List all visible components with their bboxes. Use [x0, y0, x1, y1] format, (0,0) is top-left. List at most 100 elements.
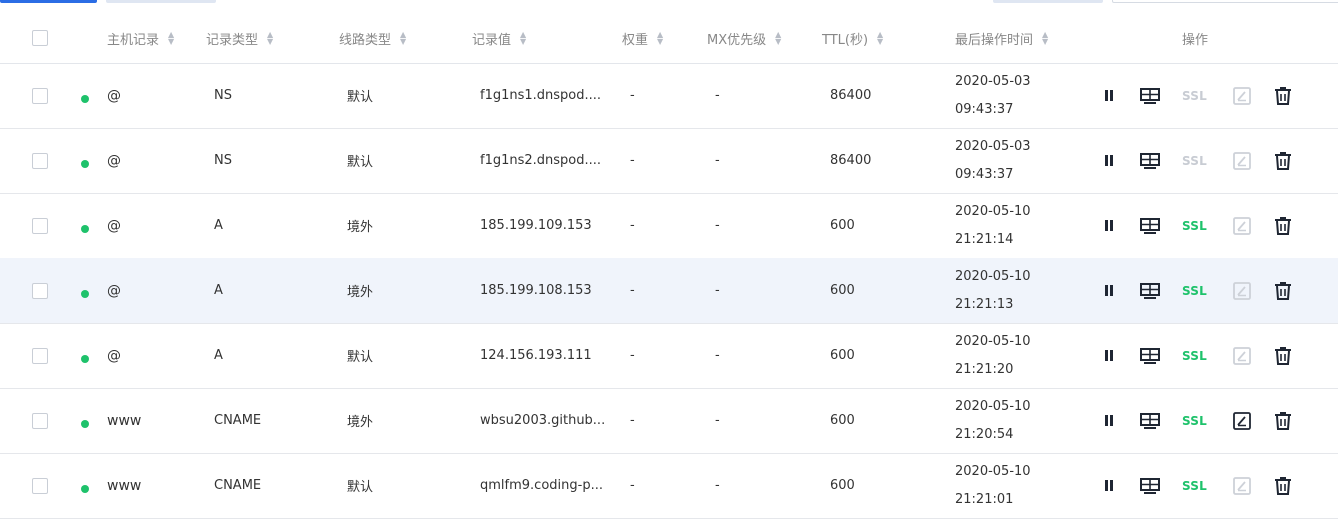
- value-cell[interactable]: f1g1ns2.dnspod....: [480, 128, 601, 193]
- ttl-cell: 600: [830, 413, 855, 428]
- table-row[interactable]: www CNAME 默认 qmlfm9.coding-p... - - 600 2020-05…: [0, 453, 1338, 519]
- monitor-icon[interactable]: [1139, 475, 1161, 497]
- column-header-line[interactable]: 线路类型 ▲ ▼: [339, 13, 406, 63]
- status-dot-icon: [81, 354, 89, 363]
- host-cell: www: [107, 477, 142, 494]
- pause-icon[interactable]: [1098, 150, 1120, 172]
- weight-cell: -: [630, 348, 635, 363]
- search-input[interactable]: [1112, 0, 1338, 3]
- last-op-cell: 2020-05-03 09:43:37: [955, 128, 1031, 193]
- delete-icon[interactable]: [1272, 150, 1294, 172]
- row-checkbox[interactable]: [32, 87, 48, 104]
- edit-icon[interactable]: [1231, 410, 1253, 432]
- pause-icon[interactable]: [1098, 280, 1120, 302]
- delete-icon[interactable]: [1272, 85, 1294, 107]
- column-header-mx[interactable]: MX优先级 ▲ ▼: [707, 13, 781, 63]
- row-checkbox[interactable]: [32, 347, 48, 364]
- column-header-last-op[interactable]: 最后操作时间 ▲ ▼: [955, 13, 1048, 63]
- pause-icon[interactable]: [1098, 85, 1120, 107]
- edit-icon: [1231, 345, 1253, 367]
- last-op-time: 09:43:37: [955, 101, 1014, 117]
- sort-icon[interactable]: ▲ ▼: [267, 31, 273, 46]
- toolbar-button[interactable]: [106, 0, 216, 3]
- table-row[interactable]: @ A 默认 124.156.193.111 - - 600 2020-05-10 21:21:…: [0, 323, 1338, 389]
- weight-cell: -: [630, 478, 635, 493]
- column-header-type[interactable]: 记录类型 ▲ ▼: [206, 13, 273, 63]
- delete-icon[interactable]: [1272, 215, 1294, 237]
- row-checkbox[interactable]: [32, 152, 48, 169]
- pause-icon[interactable]: [1098, 410, 1120, 432]
- row-checkbox[interactable]: [32, 217, 48, 234]
- last-op-time: 21:21:13: [955, 296, 1014, 312]
- table-row[interactable]: @ NS 默认 f1g1ns2.dnspod.... - - 86400 2020-05-03…: [0, 128, 1338, 194]
- pause-icon[interactable]: [1098, 475, 1120, 497]
- row-checkbox[interactable]: [32, 477, 48, 494]
- ssl-button[interactable]: SSL: [1182, 284, 1207, 298]
- mx-cell: -: [715, 348, 720, 363]
- monitor-icon[interactable]: [1139, 85, 1161, 107]
- last-op-date: 2020-05-10: [955, 398, 1031, 414]
- ssl-button: SSL: [1182, 153, 1207, 168]
- monitor-icon[interactable]: [1139, 280, 1161, 302]
- delete-icon[interactable]: [1272, 410, 1294, 432]
- sort-icon[interactable]: ▲ ▼: [168, 31, 174, 46]
- monitor-icon[interactable]: [1139, 345, 1161, 367]
- value-cell[interactable]: wbsu2003.github...: [480, 388, 605, 453]
- line-cell: 默认: [347, 480, 374, 495]
- pause-icon[interactable]: [1098, 345, 1120, 367]
- row-checkbox[interactable]: [32, 412, 48, 429]
- last-op-date: 2020-05-10: [955, 203, 1031, 219]
- column-header-host[interactable]: 主机记录 ▲ ▼: [107, 13, 174, 63]
- monitor-icon[interactable]: [1139, 410, 1161, 432]
- delete-icon[interactable]: [1272, 345, 1294, 367]
- add-record-button[interactable]: [0, 0, 97, 3]
- edit-icon: [1231, 215, 1253, 237]
- ssl-button[interactable]: SSL: [1182, 414, 1207, 428]
- toolbar-strip: [0, 0, 1338, 4]
- sort-icon[interactable]: ▲ ▼: [775, 31, 781, 46]
- last-op-cell: 2020-05-03 09:43:37: [955, 63, 1031, 128]
- type-cell: CNAME: [214, 478, 262, 493]
- table-row[interactable]: www CNAME 境外 wbsu2003.github... - - 600 2020-05…: [0, 388, 1338, 454]
- sort-icon[interactable]: ▲ ▼: [520, 31, 526, 46]
- ssl-button[interactable]: SSL: [1182, 219, 1207, 233]
- column-header-weight[interactable]: 权重 ▲ ▼: [622, 13, 663, 63]
- last-op-time: 21:21:14: [955, 231, 1014, 247]
- monitor-icon[interactable]: [1139, 215, 1161, 237]
- select-all-checkbox[interactable]: [32, 30, 48, 46]
- delete-icon[interactable]: [1272, 475, 1294, 497]
- status-dot-icon: [81, 94, 89, 103]
- sort-icon[interactable]: ▲ ▼: [400, 31, 406, 46]
- line-cell: 默认: [347, 350, 374, 365]
- mx-cell: -: [715, 218, 720, 233]
- status-dot-icon: [81, 224, 89, 233]
- ttl-cell: 600: [830, 283, 855, 298]
- column-header-ttl[interactable]: TTL(秒) ▲ ▼: [822, 13, 883, 63]
- sort-icon[interactable]: ▲ ▼: [657, 31, 663, 46]
- delete-icon[interactable]: [1272, 280, 1294, 302]
- row-checkbox[interactable]: [32, 282, 48, 299]
- sort-icon[interactable]: ▲ ▼: [877, 31, 883, 46]
- table-row[interactable]: @ A 境外 185.199.108.153 - - 600 2020-05-10 21:21:…: [0, 258, 1338, 324]
- value-cell[interactable]: f1g1ns1.dnspod....: [480, 63, 601, 128]
- pause-icon[interactable]: [1098, 215, 1120, 237]
- toolbar-button[interactable]: [993, 0, 1103, 3]
- last-op-date: 2020-05-03: [955, 73, 1031, 89]
- value-cell[interactable]: 185.199.108.153: [480, 258, 592, 323]
- ssl-button: SSL: [1182, 88, 1207, 103]
- mx-cell: -: [715, 478, 720, 493]
- sort-icon[interactable]: ▲ ▼: [1042, 31, 1048, 46]
- ssl-button[interactable]: SSL: [1182, 349, 1207, 363]
- table-row[interactable]: @ A 境外 185.199.109.153 - - 600 2020-05-10 21:21:…: [0, 193, 1338, 259]
- edit-icon: [1231, 280, 1253, 302]
- type-cell: NS: [214, 88, 232, 103]
- value-cell[interactable]: 185.199.109.153: [480, 193, 592, 258]
- table-row[interactable]: @ NS 默认 f1g1ns1.dnspod.... - - 86400 2020-05-03…: [0, 63, 1338, 129]
- value-cell[interactable]: qmlfm9.coding-p...: [480, 453, 603, 518]
- column-header-actions: 操作: [1182, 32, 1209, 48]
- value-cell[interactable]: 124.156.193.111: [480, 323, 592, 388]
- column-header-value[interactable]: 记录值 ▲ ▼: [472, 13, 526, 63]
- monitor-icon[interactable]: [1139, 150, 1161, 172]
- table-header: 主机记录 ▲ ▼ 记录类型 ▲ ▼ 线路类型 ▲ ▼ 记录值 ▲ ▼ 权重 ▲ ▼ MX优先级 ▲ ▼ …: [0, 13, 1338, 64]
- ssl-button[interactable]: SSL: [1182, 479, 1207, 493]
